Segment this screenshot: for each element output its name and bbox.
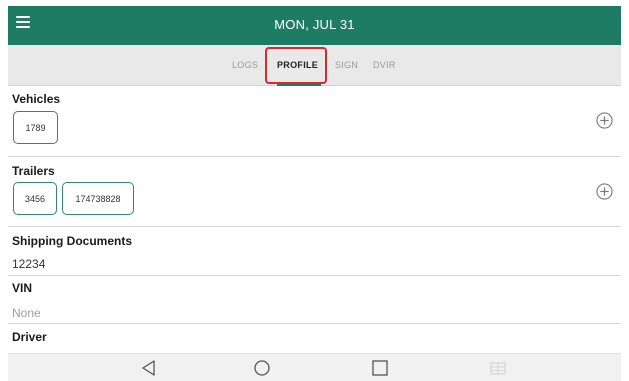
- app-frame: MON, JUL 31 LOGS PROFILE SIGN DVIR Vehic…: [8, 6, 621, 381]
- back-triangle-icon[interactable]: [140, 359, 158, 377]
- driver-section[interactable]: Driver: [8, 324, 621, 353]
- system-nav-bar: [8, 353, 621, 381]
- tab-sign[interactable]: SIGN: [335, 60, 358, 70]
- trailer-chip[interactable]: 174738828: [62, 182, 134, 215]
- vin-section[interactable]: VIN None: [8, 276, 621, 324]
- vehicles-section: Vehicles 1789: [8, 86, 621, 157]
- vehicles-title: Vehicles: [12, 92, 61, 106]
- add-trailer-icon[interactable]: [596, 183, 613, 200]
- profile-tab-highlight-box: [265, 47, 327, 84]
- vin-value: None: [12, 306, 41, 320]
- add-vehicle-icon[interactable]: [596, 112, 613, 129]
- trailer-chip[interactable]: 3456: [13, 182, 57, 215]
- tab-dvir[interactable]: DVIR: [373, 60, 396, 70]
- recents-square-icon[interactable]: [371, 359, 389, 377]
- trailers-title: Trailers: [12, 164, 55, 178]
- keyboard-icon[interactable]: [489, 359, 507, 377]
- vin-title: VIN: [12, 281, 33, 295]
- app-bar: MON, JUL 31: [8, 6, 621, 45]
- shipping-documents-title: Shipping Documents: [12, 234, 132, 248]
- date-title[interactable]: MON, JUL 31: [8, 17, 621, 32]
- driver-title: Driver: [12, 330, 47, 344]
- shipping-documents-section[interactable]: Shipping Documents 12234: [8, 227, 621, 276]
- trailers-section: Trailers 3456 174738828: [8, 157, 621, 227]
- tab-logs[interactable]: LOGS: [232, 60, 258, 70]
- vehicle-chip[interactable]: 1789: [13, 111, 58, 144]
- home-circle-icon[interactable]: [253, 359, 271, 377]
- shipping-documents-value: 12234: [12, 257, 46, 271]
